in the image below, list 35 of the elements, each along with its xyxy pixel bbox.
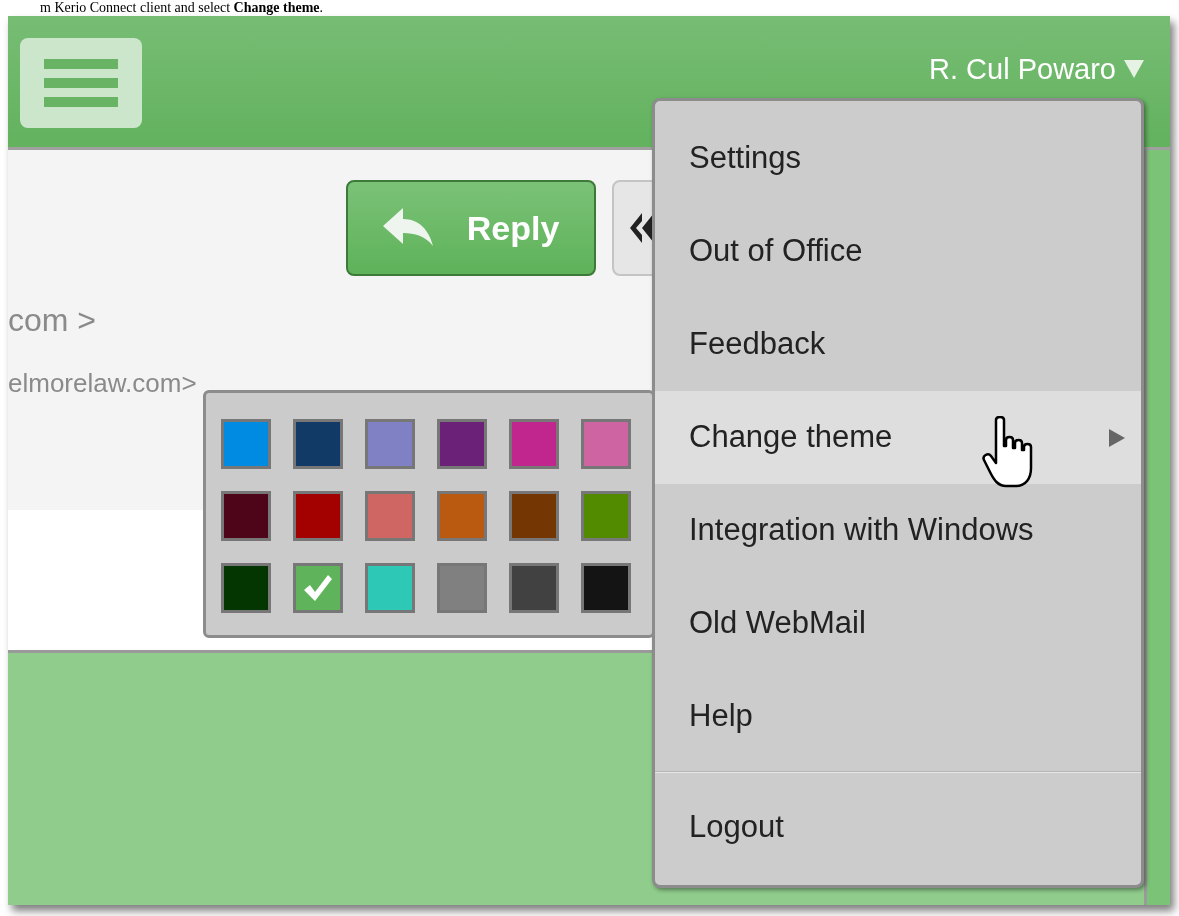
checkmark-icon — [304, 575, 332, 601]
color-swatch[interactable] — [221, 491, 271, 541]
menu-item[interactable]: Settings — [655, 112, 1141, 205]
dropdown-arrow-icon — [1124, 60, 1144, 78]
color-swatch[interactable] — [509, 563, 559, 613]
color-swatch[interactable] — [437, 419, 487, 469]
menu-button[interactable] — [20, 38, 142, 128]
color-swatch[interactable] — [437, 491, 487, 541]
color-swatch[interactable] — [365, 563, 415, 613]
color-swatch[interactable] — [581, 419, 631, 469]
chevron-right-icon — [1109, 428, 1125, 447]
color-swatch[interactable] — [581, 491, 631, 541]
menu-item[interactable]: Integration with Windows — [655, 484, 1141, 577]
reply-icon — [382, 208, 433, 248]
color-swatch[interactable] — [365, 491, 415, 541]
color-swatch[interactable] — [221, 563, 271, 613]
menu-item[interactable]: Change theme — [655, 391, 1141, 484]
color-swatch[interactable] — [509, 491, 559, 541]
color-swatch[interactable] — [509, 419, 559, 469]
sender-line: com > — [8, 301, 97, 340]
menu-icon — [44, 59, 118, 107]
color-swatch[interactable] — [581, 563, 631, 613]
color-swatch[interactable] — [293, 491, 343, 541]
color-swatch[interactable] — [293, 563, 343, 613]
menu-item[interactable]: Feedback — [655, 298, 1141, 391]
menu-item[interactable]: Logout — [655, 781, 1141, 874]
color-swatch[interactable] — [437, 563, 487, 613]
color-swatch[interactable] — [221, 419, 271, 469]
menu-item[interactable]: Old WebMail — [655, 577, 1141, 670]
caption: m Kerio Connect client and select Change theme. — [40, 0, 324, 16]
color-swatch[interactable] — [365, 419, 415, 469]
color-swatch[interactable] — [293, 419, 343, 469]
sender-line: elmorelaw.com> — [8, 367, 197, 400]
menu-item[interactable]: Help — [655, 670, 1141, 763]
menu-item[interactable]: Out of Office — [655, 205, 1141, 298]
